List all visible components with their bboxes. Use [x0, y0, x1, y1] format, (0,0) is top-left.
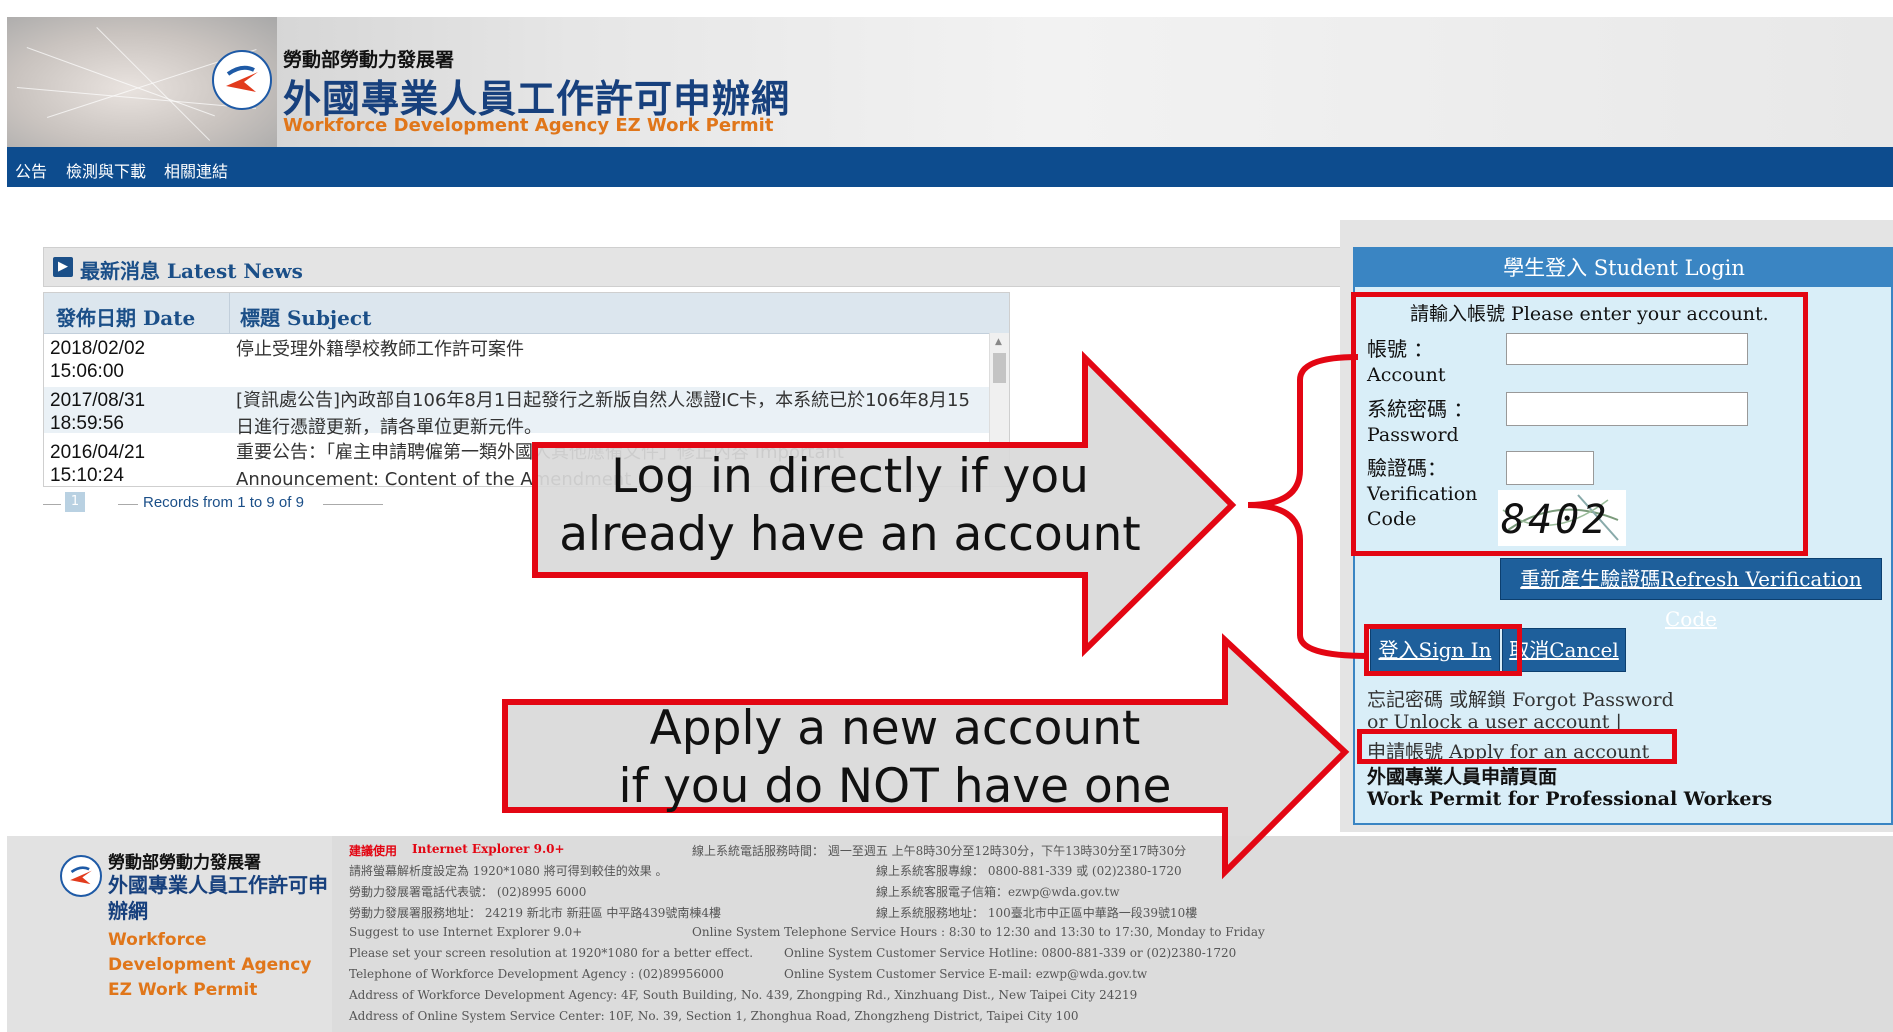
apply-callout-line2: if you do NOT have one	[618, 759, 1172, 814]
sign-in-highlight	[1364, 624, 1522, 676]
login-brace	[1247, 354, 1369, 659]
login-callout-line2: already have an account	[559, 507, 1141, 562]
apply-account-highlight	[1357, 729, 1677, 764]
login-fields-highlight	[1351, 292, 1808, 556]
login-callout-line1: Log in directly if you	[611, 449, 1089, 504]
apply-callout-line1: Apply a new account	[649, 701, 1141, 756]
